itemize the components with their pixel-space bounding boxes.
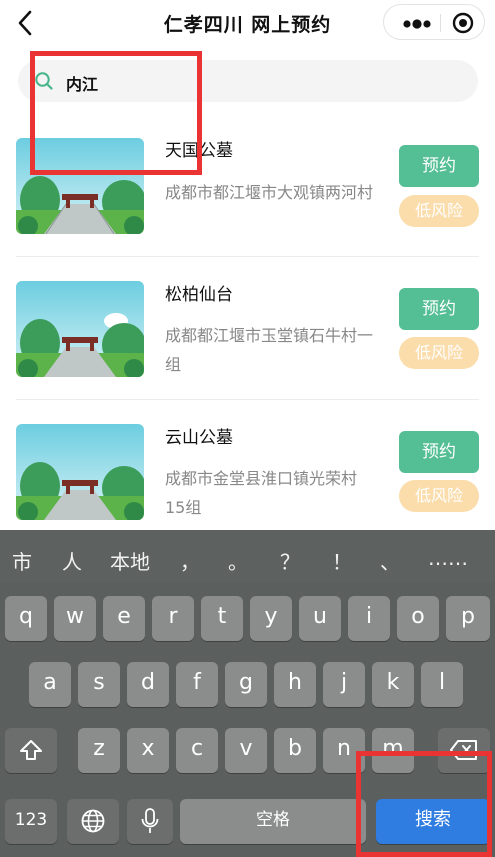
key-v[interactable]: v	[225, 728, 267, 773]
key-l[interactable]: l	[421, 662, 463, 707]
key-d[interactable]: d	[127, 662, 169, 707]
candidate-word[interactable]: ？	[280, 546, 300, 575]
mini-program-capsule	[383, 4, 485, 40]
key-j[interactable]: j	[323, 662, 365, 707]
target-circle-icon[interactable]	[452, 12, 474, 34]
key-y[interactable]: y	[250, 596, 292, 641]
shift-icon[interactable]	[5, 728, 57, 773]
key-b[interactable]: b	[274, 728, 316, 773]
candidate-word[interactable]: 本地	[110, 546, 150, 575]
nav-bar: 仁孝四川 网上预约	[0, 0, 495, 46]
candidate-bar: 市 人 本地 ， 。 ？ ！ 、 ……	[0, 530, 495, 582]
cemetery-name: 松柏仙台	[165, 285, 233, 305]
key-g[interactable]: g	[225, 662, 267, 707]
book-button[interactable]: 预约	[399, 288, 479, 330]
cemetery-address: 成都市都江堰市大观镇两河村	[165, 183, 374, 202]
cemetery-name: 云山公墓	[165, 428, 233, 448]
candidate-word[interactable]: 。	[228, 546, 248, 575]
annotation-box	[30, 51, 202, 175]
candidate-word[interactable]: ，	[180, 546, 200, 575]
key-u[interactable]: u	[299, 596, 341, 641]
book-button[interactable]: 预约	[399, 431, 479, 473]
candidate-word[interactable]: 市	[12, 546, 32, 575]
divider	[16, 399, 479, 400]
risk-badge: 低风险	[399, 337, 479, 369]
risk-badge: 低风险	[399, 195, 479, 227]
book-button[interactable]: 预约	[399, 145, 479, 187]
globe-icon[interactable]	[67, 799, 119, 844]
key-i[interactable]: i	[348, 596, 390, 641]
key-k[interactable]: k	[372, 662, 414, 707]
key-p[interactable]: p	[446, 596, 490, 641]
numbers-key[interactable]: 123	[5, 799, 57, 844]
cemetery-thumbnail	[16, 424, 144, 520]
annotation-box	[356, 751, 492, 857]
key-z[interactable]: z	[78, 728, 120, 773]
capsule-divider	[440, 14, 441, 32]
key-a[interactable]: a	[29, 662, 71, 707]
key-s[interactable]: s	[78, 662, 120, 707]
key-r[interactable]: r	[152, 596, 194, 641]
key-o[interactable]: o	[397, 596, 439, 641]
key-w[interactable]: w	[54, 596, 96, 641]
key-x[interactable]: x	[127, 728, 169, 773]
divider	[16, 256, 479, 257]
risk-badge: 低风险	[399, 480, 479, 512]
cemetery-address: 成都都江堰市玉堂镇石牛村一组	[165, 326, 374, 374]
cemetery-address: 成都市金堂县淮口镇光荣村15组	[165, 469, 358, 517]
key-c[interactable]: c	[176, 728, 218, 773]
space-key[interactable]: 空格	[180, 799, 366, 844]
microphone-icon[interactable]	[127, 799, 173, 844]
key-h[interactable]: h	[274, 662, 316, 707]
candidate-word[interactable]: 人	[62, 546, 82, 575]
cemetery-thumbnail	[16, 281, 144, 377]
key-t[interactable]: t	[201, 596, 243, 641]
candidate-word[interactable]: ……	[428, 546, 468, 570]
key-e[interactable]: e	[103, 596, 145, 641]
key-f[interactable]: f	[176, 662, 218, 707]
candidate-word[interactable]: 、	[380, 546, 400, 575]
more-dots-icon[interactable]	[402, 16, 432, 30]
candidate-word[interactable]: ！	[332, 546, 352, 575]
list-item[interactable]: 松柏仙台 成都都江堰市玉堂镇石牛村一组 预约 低风险	[0, 270, 495, 410]
key-q[interactable]: q	[5, 596, 47, 641]
